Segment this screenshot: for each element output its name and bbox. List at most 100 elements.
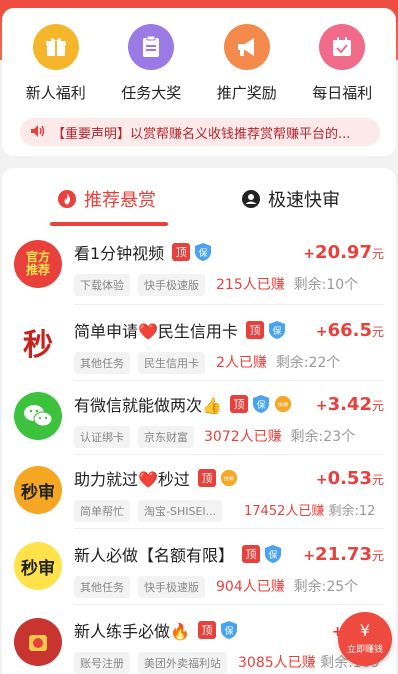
task-tags: 认证绑卡 京东财富 xyxy=(74,426,202,448)
task-tags: 下载体验 快手极速版 xyxy=(74,274,213,296)
guarantee-badge: 保 xyxy=(256,399,265,411)
shield-icon: 保 xyxy=(264,544,282,564)
task-tag: 淘宝-SHISEI... xyxy=(138,500,223,522)
tab-recommended[interactable]: 推荐悬赏 xyxy=(58,186,156,212)
avatar-text: 秒审 xyxy=(21,482,55,503)
done-count: 3072 xyxy=(204,429,240,445)
top-badge: 顶 xyxy=(245,321,264,339)
shield-icon: 保 xyxy=(220,620,238,640)
done-suffix: 人已赚 xyxy=(242,277,285,293)
done-suffix: 人已赚 xyxy=(239,429,282,445)
done-count: 17452 xyxy=(244,504,286,519)
task-title-text: 助力就过❤️秒过 xyxy=(74,470,190,489)
done-suffix: 人已赚 xyxy=(242,579,285,595)
top-badge: 顶 xyxy=(242,545,261,563)
calendar-check-icon xyxy=(319,24,366,70)
task-item[interactable]: 有微信就能做两次👍 顶 保 快审 认证绑卡 京东财富 3072人已赚 剩余:23… xyxy=(2,392,396,462)
task-avatar: 秒 xyxy=(14,318,62,366)
notice-bar[interactable]: 【重要声明】以赏帮赚名义收钱推荐赏帮赚平台的... xyxy=(20,118,380,146)
tab-bar: 推荐悬赏 极速快审 xyxy=(2,186,396,226)
task-tag: 简单帮忙 xyxy=(74,500,130,522)
divider xyxy=(74,454,384,455)
remain-count: 剩余:22个 xyxy=(275,355,341,371)
top-badge: 顶 xyxy=(172,243,191,261)
shield-icon: 保 xyxy=(194,242,212,262)
earn-now-label: 立即赚钱 xyxy=(346,645,383,655)
task-title-text: 新人练手必做🔥 xyxy=(74,622,190,641)
feature-card: 新人福利 任务大奖 推广奖励 每日福利 【重要声明】以赏帮赚名义收钱推荐赏帮赚平… xyxy=(2,8,396,156)
divider xyxy=(74,380,384,381)
tab-fast-review[interactable]: 极速快审 xyxy=(242,186,340,212)
top-badge: 顶 xyxy=(197,469,216,487)
task-stats: 2人已赚 剩余:22个 xyxy=(216,352,340,372)
feature-new-user[interactable]: 新人福利 xyxy=(11,24,101,110)
feature-promotion[interactable]: 推广奖励 xyxy=(202,24,292,110)
task-tags: 其他任务 快手极速版 xyxy=(74,576,213,598)
shield-icon: 保 xyxy=(268,320,286,340)
guarantee-badge: 保 xyxy=(272,325,281,337)
price-amount: 20.97 xyxy=(315,242,372,263)
task-item[interactable]: 秒审 助力就过❤️秒过 顶 快审 简单帮忙 淘宝-SHISEI... 17452… xyxy=(2,466,396,536)
task-tag: 京东财富 xyxy=(138,426,194,448)
task-title-text: 简单申请❤️民生信用卡 xyxy=(74,322,238,341)
megaphone-icon xyxy=(223,24,270,70)
price-amount: 66.5 xyxy=(327,320,372,341)
gift-icon xyxy=(32,24,79,70)
task-price: +3.42元 xyxy=(315,394,384,415)
task-title: 简单申请❤️民生信用卡 顶 保 xyxy=(74,318,286,342)
feature-label: 推广奖励 xyxy=(216,84,277,102)
fast-review-icon: 快审 xyxy=(220,468,238,488)
fast-review-badge: 快审 xyxy=(224,475,235,483)
tab-underline xyxy=(50,222,168,226)
task-tags: 简单帮忙 淘宝-SHISEI... xyxy=(74,500,230,522)
price-amount: 21.73 xyxy=(315,544,372,565)
divider xyxy=(74,604,384,605)
feature-daily[interactable]: 每日福利 xyxy=(297,24,387,110)
task-title: 有微信就能做两次👍 顶 保 快审 xyxy=(74,392,292,416)
task-title-text: 新人必做【名额有限】 xyxy=(74,546,235,565)
earn-now-button[interactable]: ¥ 立即赚钱 xyxy=(338,612,392,666)
guarantee-badge: 保 xyxy=(199,247,208,259)
task-stats: 215人已赚 剩余:10个 xyxy=(216,274,358,294)
done-suffix: 人已赚 xyxy=(285,504,325,519)
shield-icon: 保 xyxy=(252,394,270,414)
feature-label: 任务大奖 xyxy=(121,84,182,102)
notice-text: 【重要声明】以赏帮赚名义收钱推荐赏帮赚平台的... xyxy=(52,126,351,142)
task-price: +0.53元 xyxy=(315,468,384,489)
task-title-text: 有微信就能做两次👍 xyxy=(74,396,222,415)
wechat-icon xyxy=(14,392,62,440)
task-title: 看1分钟视频 顶 保 xyxy=(74,240,212,264)
task-avatar: 秒审 xyxy=(14,542,62,590)
task-stats: 3072人已赚 剩余:23个 xyxy=(204,426,355,446)
task-tags: 其他任务 民生信用卡 xyxy=(74,352,213,374)
done-count: 3085 xyxy=(238,655,274,671)
user-icon xyxy=(242,190,260,208)
task-stats: 17452人已赚 剩余:12 xyxy=(244,500,375,519)
speaker-icon xyxy=(30,123,46,142)
flame-icon xyxy=(58,190,76,208)
task-item[interactable]: 秒 简单申请❤️民生信用卡 顶 保 其他任务 民生信用卡 2人已赚 剩余:22个… xyxy=(2,318,396,388)
remain-count: 剩余:10个 xyxy=(293,277,359,293)
tab-label: 推荐悬赏 xyxy=(84,190,156,211)
task-price: +20.97元 xyxy=(303,242,384,263)
done-count: 215 xyxy=(216,277,243,293)
done-suffix: 人已赚 xyxy=(273,655,316,671)
task-item[interactable]: 新人练手必做🔥 顶 保 账号注册 美团外卖福利站 3085人已赚 剩余:109 … xyxy=(2,618,396,674)
task-item[interactable]: 官方 推荐 看1分钟视频 顶 保 下载体验 快手极速版 215人已赚 剩余:10个… xyxy=(2,240,396,310)
task-item[interactable]: 秒审 新人必做【名额有限】 顶 保 其他任务 快手极速版 904人已赚 剩余:2… xyxy=(2,542,396,612)
task-price: +21.73元 xyxy=(303,544,384,565)
divider xyxy=(74,528,384,529)
price-amount: 3.42 xyxy=(327,394,372,415)
task-price: +66.5元 xyxy=(315,320,384,341)
task-tag: 快手极速版 xyxy=(138,576,205,598)
task-title: 助力就过❤️秒过 顶 快审 xyxy=(74,466,238,490)
task-stats: 904人已赚 剩余:25个 xyxy=(216,576,358,596)
task-avatar: 官方 推荐 xyxy=(14,240,62,288)
task-title-text: 看1分钟视频 xyxy=(74,244,165,263)
task-tags: 账号注册 美团外卖福利站 xyxy=(74,652,235,674)
feature-row: 新人福利 任务大奖 推广奖励 每日福利 xyxy=(2,24,396,110)
task-tag: 认证绑卡 xyxy=(74,426,130,448)
done-count: 2 xyxy=(216,355,225,371)
price-amount: 0.53 xyxy=(327,468,372,489)
feature-task-prize[interactable]: 任务大奖 xyxy=(106,24,196,110)
